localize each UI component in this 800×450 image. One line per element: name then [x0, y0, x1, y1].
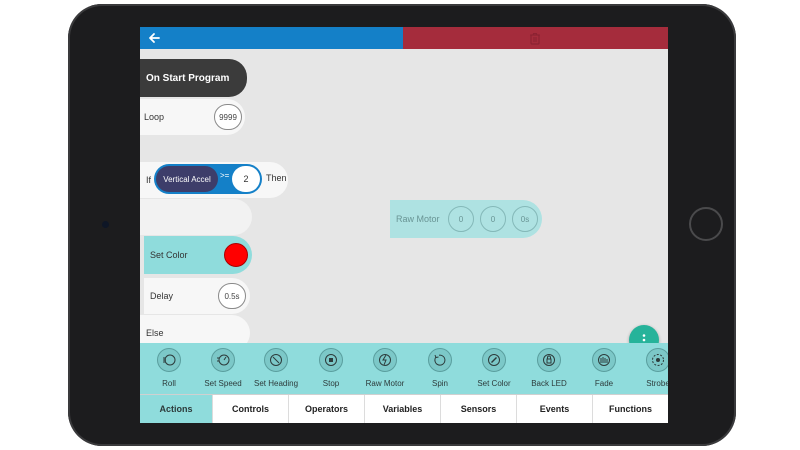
tab-actions[interactable]: Actions	[140, 395, 213, 423]
on-start-block[interactable]: On Start Program	[140, 59, 247, 97]
palette-label: Strobe	[646, 379, 668, 388]
color-picker-icon	[482, 348, 506, 372]
delay-value: 0.5s	[224, 291, 240, 301]
color-swatch[interactable]	[224, 243, 248, 267]
loop-count-value: 9999	[219, 112, 237, 122]
app-screen: On Start Program Loop 9999 If Vertical A…	[140, 27, 668, 423]
palette-set-color[interactable]: Set Color	[466, 346, 522, 392]
raw-motor-duration-field[interactable]: 0s	[512, 206, 538, 232]
header-left	[140, 27, 403, 49]
strobe-icon	[646, 348, 668, 372]
raw-motor-left-value: 0	[458, 214, 464, 224]
tab-label: Sensors	[460, 404, 497, 414]
delay-label: Delay	[150, 291, 174, 301]
condition-sensor[interactable]: Vertical Accel	[156, 166, 218, 192]
raw-motor-icon	[373, 348, 397, 372]
delete-button[interactable]	[526, 29, 544, 47]
set-color-label: Set Color	[150, 250, 188, 260]
back-button[interactable]	[144, 28, 164, 48]
tab-label: Actions	[159, 404, 193, 414]
raw-motor-label: Raw Motor	[396, 214, 440, 224]
condition-operator[interactable]: >=	[220, 171, 229, 180]
raw-motor-duration-value: 0s	[520, 214, 530, 224]
tab-label: Variables	[382, 404, 423, 414]
tab-label: Functions	[609, 404, 652, 414]
tab-label: Operators	[304, 404, 348, 414]
stop-icon	[319, 348, 343, 372]
tab-sensors[interactable]: Sensors	[441, 395, 517, 423]
arrow-left-icon	[149, 33, 160, 43]
palette-strobe[interactable]: Strobe	[630, 346, 668, 392]
block-palette: Roll Set Speed Set Heading Stop Raw Moto…	[140, 343, 668, 394]
condition-value: 2	[243, 174, 249, 184]
loop-label: Loop	[144, 112, 165, 122]
delay-block[interactable]: Delay 0.5s	[144, 278, 250, 314]
top-bar	[140, 27, 668, 49]
if-block[interactable]: If Vertical Accel >= 2 Then	[140, 162, 288, 198]
on-start-label: On Start Program	[146, 72, 230, 84]
tab-label: Events	[539, 404, 570, 414]
condition-sensor-label: Vertical Accel	[163, 174, 211, 184]
back-led-icon	[537, 348, 561, 372]
delay-value-field[interactable]: 0.5s	[218, 283, 246, 309]
tab-events[interactable]: Events	[517, 395, 593, 423]
loop-count-field[interactable]: 9999	[214, 104, 242, 130]
home-button[interactable]	[689, 207, 723, 241]
fade-icon	[592, 348, 616, 372]
condition-value-field[interactable]: 2	[232, 166, 260, 192]
camera-icon	[102, 221, 109, 228]
palette-raw-motor[interactable]: Raw Motor	[357, 346, 413, 392]
speed-icon	[211, 348, 235, 372]
spin-icon	[428, 348, 452, 372]
palette-set-heading[interactable]: Set Heading	[248, 346, 304, 392]
if-label: If	[146, 175, 152, 185]
tab-variables[interactable]: Variables	[365, 395, 441, 423]
if-condition[interactable]: Vertical Accel >= 2	[154, 164, 262, 194]
else-label: Else	[146, 328, 164, 338]
palette-back-led[interactable]: Back LED	[521, 346, 577, 392]
raw-motor-right-value: 0	[490, 214, 496, 224]
empty-block-slot[interactable]	[140, 199, 252, 235]
set-color-block[interactable]: Set Color	[144, 236, 252, 274]
raw-motor-right-field[interactable]: 0	[480, 206, 506, 232]
loop-block[interactable]: Loop 9999	[140, 99, 245, 135]
roll-icon	[157, 348, 181, 372]
raw-motor-left-field[interactable]: 0	[448, 206, 474, 232]
tab-controls[interactable]: Controls	[213, 395, 289, 423]
category-tabs: Actions Controls Operators Variables Sen…	[140, 394, 668, 423]
then-label: Then	[266, 173, 287, 183]
tab-operators[interactable]: Operators	[289, 395, 365, 423]
tab-functions[interactable]: Functions	[593, 395, 668, 423]
raw-motor-block-dragging[interactable]: Raw Motor 0 0 0s	[390, 200, 542, 238]
tab-label: Controls	[232, 404, 269, 414]
trash-icon	[530, 32, 540, 45]
program-canvas[interactable]: On Start Program Loop 9999 If Vertical A…	[140, 49, 668, 365]
heading-icon	[264, 348, 288, 372]
